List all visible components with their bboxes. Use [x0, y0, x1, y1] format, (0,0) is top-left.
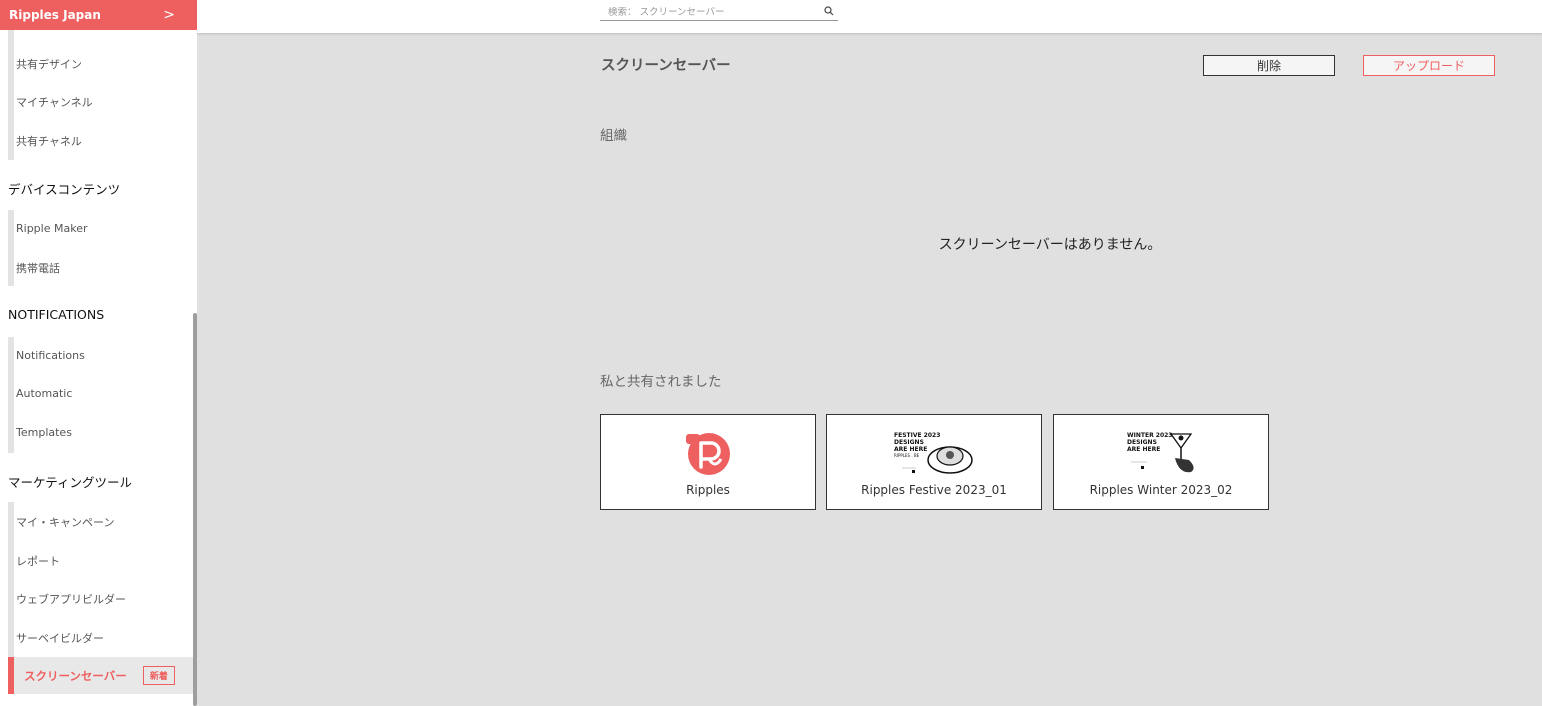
sidebar-section-device-content: デバイスコンテンツ	[8, 182, 121, 197]
sidebar-item-screensaver[interactable]: スクリーンセーバー 新着	[8, 657, 194, 694]
thumb-text: ARE HERE	[894, 446, 927, 453]
sidebar-item-shared-channels[interactable]: 共有チャネル	[16, 133, 82, 149]
thumb-text: WINTER 2023	[1127, 432, 1172, 439]
thumb-text: DESIGNS	[1127, 439, 1157, 446]
sidebar-item-notifications[interactable]: Notifications	[16, 349, 85, 362]
upload-button[interactable]: アップロード	[1363, 55, 1495, 76]
organization-heading: 組織	[600, 128, 627, 144]
top-bar	[197, 0, 1542, 34]
sidebar-item-automatic[interactable]: Automatic	[16, 387, 72, 400]
thumb-text: RIPPLES . BE	[894, 453, 920, 458]
sidebar-item-label: スクリーンセーバー	[24, 668, 127, 683]
sidebar-section-notifications: NOTIFICATIONS	[8, 307, 105, 322]
search-input[interactable]	[608, 6, 808, 18]
thumb-text: ARE HERE	[1127, 446, 1160, 453]
sidebar-item-reports[interactable]: レポート	[16, 553, 60, 569]
empty-message: スクリーンセーバーはありません。	[938, 237, 1162, 253]
thumb-text: FESTIVE 2023	[894, 432, 940, 439]
card-title: Ripples	[686, 483, 730, 497]
sidebar-item-shared-designs[interactable]: 共有デザイン	[16, 56, 82, 72]
sidebar-item-web-app-builder[interactable]: ウェブアプリビルダー	[16, 591, 126, 607]
shared-with-me-heading: 私と共有されました	[600, 374, 722, 390]
sidebar-scrollbar[interactable]	[193, 313, 197, 706]
thumb-text: DESIGNS	[894, 439, 924, 446]
festive-design-icon: FESTIVE 2023 DESIGNS ARE HERE RIPPLES . …	[827, 423, 1041, 483]
card-title: Ripples Festive 2023_01	[861, 483, 1007, 497]
page-title: スクリーンセーバー	[601, 58, 731, 74]
chevron-right-icon: >	[163, 7, 175, 23]
sidebar-item-mobile[interactable]: 携帯電話	[16, 260, 60, 276]
card-title: Ripples Winter 2023_02	[1089, 483, 1233, 497]
screensaver-card[interactable]: Ripples	[600, 414, 816, 510]
ripples-logo-icon	[601, 423, 815, 483]
sidebar-section-marketing: マーケティングツール	[8, 475, 133, 490]
screensaver-card[interactable]: FESTIVE 2023 DESIGNS ARE HERE RIPPLES . …	[826, 414, 1042, 510]
sidebar-item-my-channels[interactable]: マイチャンネル	[16, 94, 93, 110]
sidebar-item-templates[interactable]: Templates	[16, 426, 72, 439]
search-box	[600, 4, 838, 21]
screensaver-card[interactable]: WINTER 2023 DESIGNS ARE HERE Ripples Win…	[1053, 414, 1269, 510]
sidebar-item-ripple-maker[interactable]: Ripple Maker	[16, 222, 87, 235]
sidebar-item-survey-builder[interactable]: サーベイビルダー	[16, 630, 104, 646]
sidebar: Ripples Japan > 共有デザイン マイチャンネル 共有チャネル デバ…	[0, 0, 197, 706]
sidebar-item-my-campaigns[interactable]: マイ・キャンペーン	[16, 514, 114, 530]
org-switcher[interactable]: Ripples Japan >	[0, 0, 197, 30]
new-badge: 新着	[142, 666, 175, 685]
winter-design-icon: WINTER 2023 DESIGNS ARE HERE	[1054, 423, 1268, 483]
search-icon[interactable]	[824, 5, 834, 19]
org-name: Ripples Japan	[9, 8, 101, 22]
delete-button[interactable]: 削除	[1203, 55, 1335, 76]
